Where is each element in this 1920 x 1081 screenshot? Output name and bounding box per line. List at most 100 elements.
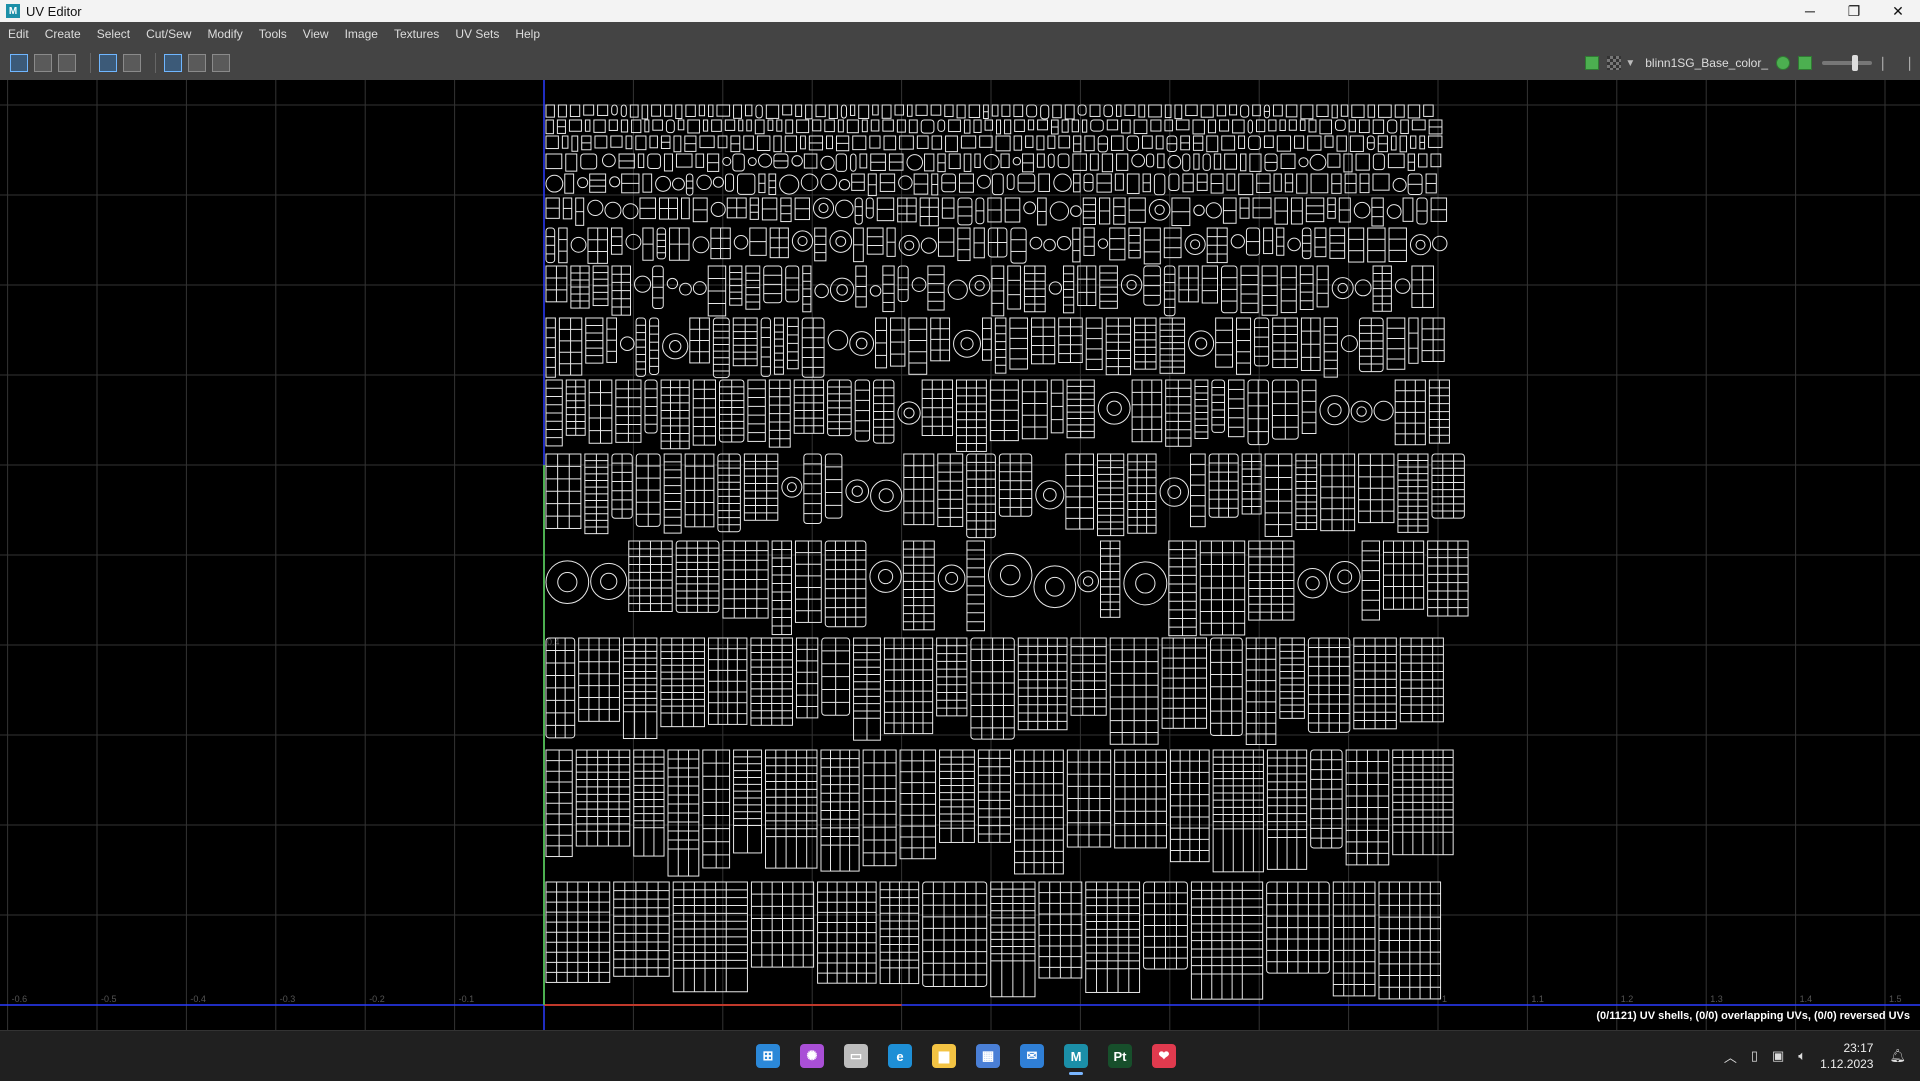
uv-shell[interactable] bbox=[613, 881, 670, 977]
uv-shell[interactable] bbox=[685, 173, 694, 196]
usb-icon[interactable]: ▯ bbox=[1751, 1048, 1758, 1064]
uv-shell[interactable] bbox=[1192, 119, 1205, 135]
uv-shell[interactable] bbox=[1372, 173, 1390, 191]
uv-shell[interactable] bbox=[601, 153, 616, 168]
uv-shell[interactable] bbox=[1418, 153, 1428, 168]
close-button[interactable]: ✕ bbox=[1876, 0, 1920, 22]
uv-shell[interactable] bbox=[1001, 104, 1011, 117]
menu-image[interactable]: Image bbox=[337, 22, 386, 46]
uv-shell[interactable] bbox=[779, 174, 800, 195]
uv-shell[interactable] bbox=[1049, 201, 1070, 221]
uv-shell[interactable] bbox=[1053, 173, 1072, 192]
uv-shell[interactable] bbox=[1305, 576, 1320, 591]
uv-shell[interactable] bbox=[1310, 173, 1329, 194]
uv-shell[interactable] bbox=[722, 156, 732, 166]
uv-shell[interactable] bbox=[987, 552, 1033, 598]
menu-select[interactable]: Select bbox=[89, 22, 138, 46]
uv-shell[interactable] bbox=[594, 135, 608, 149]
uv-shell[interactable] bbox=[957, 197, 973, 226]
uv-shell[interactable] bbox=[835, 153, 848, 172]
uv-shell[interactable] bbox=[1319, 395, 1350, 426]
uv-shell[interactable] bbox=[1193, 204, 1205, 217]
uv-shell[interactable] bbox=[1247, 119, 1254, 134]
uv-shell[interactable] bbox=[1386, 317, 1406, 370]
uv-shell[interactable] bbox=[976, 174, 991, 189]
uv-shell[interactable] bbox=[1378, 104, 1392, 118]
uv-shell[interactable] bbox=[1029, 236, 1043, 250]
uv-shell[interactable] bbox=[1272, 104, 1283, 117]
uv-shell[interactable] bbox=[755, 104, 763, 119]
uv-shell[interactable] bbox=[908, 119, 918, 134]
uv-shell[interactable] bbox=[1276, 135, 1292, 152]
uv-shell[interactable] bbox=[610, 227, 623, 255]
uv-shell[interactable] bbox=[1387, 153, 1405, 169]
uv-shell[interactable] bbox=[1038, 173, 1050, 192]
uv-grid-snap-icon[interactable] bbox=[123, 54, 141, 72]
uv-shell[interactable] bbox=[883, 637, 934, 735]
chevron-down-icon[interactable]: ▼ bbox=[1625, 58, 1635, 69]
uv-shell[interactable] bbox=[609, 176, 621, 188]
volume-icon[interactable]: 🔈︎ bbox=[1798, 1048, 1806, 1064]
uv-shell[interactable] bbox=[558, 227, 568, 264]
uv-shell[interactable] bbox=[1263, 135, 1274, 149]
uv-shell[interactable] bbox=[894, 104, 904, 116]
uv-shell[interactable] bbox=[633, 749, 665, 857]
uv-shell[interactable] bbox=[652, 119, 663, 131]
texture-refresh-icon[interactable] bbox=[1776, 56, 1790, 70]
uv-shell[interactable] bbox=[854, 197, 863, 225]
uv-shell[interactable] bbox=[1299, 119, 1306, 131]
uv-shell[interactable] bbox=[1428, 135, 1443, 148]
uv-shell[interactable] bbox=[1394, 278, 1411, 294]
uv-shell[interactable] bbox=[1205, 202, 1222, 219]
uv-shell[interactable] bbox=[712, 317, 730, 379]
uv-shell[interactable] bbox=[1017, 637, 1068, 731]
uv-shell[interactable] bbox=[956, 104, 966, 119]
uv-shell[interactable] bbox=[786, 482, 797, 493]
uv-shell[interactable] bbox=[995, 119, 1002, 135]
uv-shell[interactable] bbox=[785, 119, 794, 134]
uv-shell[interactable] bbox=[1297, 568, 1328, 599]
uv-shell[interactable] bbox=[1141, 135, 1153, 149]
uv-shell[interactable] bbox=[749, 197, 759, 220]
uv-shell[interactable] bbox=[1081, 119, 1088, 133]
uv-shell[interactable] bbox=[620, 104, 627, 118]
uv-shell[interactable] bbox=[1004, 119, 1012, 135]
uv-shell[interactable] bbox=[738, 119, 744, 132]
uv-shell[interactable] bbox=[945, 571, 959, 585]
uv-shell[interactable] bbox=[695, 153, 705, 168]
taskbar-store-button[interactable]: ▦ bbox=[971, 1039, 1005, 1073]
uv-shell[interactable] bbox=[1331, 277, 1354, 300]
uv-shell[interactable] bbox=[1044, 576, 1065, 597]
uv-shell[interactable] bbox=[780, 197, 792, 223]
uv-stack-icon[interactable] bbox=[34, 54, 52, 72]
uv-shell[interactable] bbox=[1230, 234, 1245, 249]
uv-shell[interactable] bbox=[835, 199, 854, 219]
uv-shell[interactable] bbox=[1296, 173, 1308, 194]
uv-shell[interactable] bbox=[1308, 119, 1317, 133]
uv-shell[interactable] bbox=[784, 135, 798, 153]
uv-shell[interactable] bbox=[906, 154, 924, 171]
uv-shell[interactable] bbox=[635, 135, 647, 151]
uv-shell[interactable] bbox=[1143, 227, 1161, 265]
uv-shell[interactable] bbox=[791, 230, 814, 252]
uv-viewport[interactable]: -0.6 -0.5 -0.4 -0.3 -0.2 -0.1 1 1.1 1.2 1.3 1.4 1.5… bbox=[0, 80, 1920, 1030]
taskbar-start-button[interactable]: ⊞ bbox=[751, 1039, 785, 1073]
uv-shell[interactable] bbox=[622, 203, 639, 220]
uv-shell[interactable] bbox=[1294, 135, 1305, 149]
uv-shell[interactable] bbox=[545, 119, 554, 135]
uv-shell[interactable] bbox=[796, 119, 810, 134]
uv-shell[interactable] bbox=[1340, 335, 1358, 353]
uv-shell[interactable] bbox=[1033, 565, 1077, 609]
uv-shell[interactable] bbox=[1256, 119, 1266, 133]
uv-shell[interactable] bbox=[1431, 453, 1465, 519]
uv-shell[interactable] bbox=[851, 485, 863, 497]
uv-shell[interactable] bbox=[963, 119, 971, 134]
uv-shell[interactable] bbox=[1056, 235, 1072, 251]
uv-shell[interactable] bbox=[1097, 391, 1131, 425]
uv-shell[interactable] bbox=[644, 119, 650, 133]
taskbar-app-red-button[interactable]: ❤ bbox=[1147, 1039, 1181, 1073]
menu-help[interactable]: Help bbox=[507, 22, 548, 46]
uv-shell[interactable] bbox=[1348, 227, 1365, 263]
uv-shell[interactable] bbox=[675, 104, 683, 120]
uv-shell[interactable] bbox=[947, 279, 968, 300]
